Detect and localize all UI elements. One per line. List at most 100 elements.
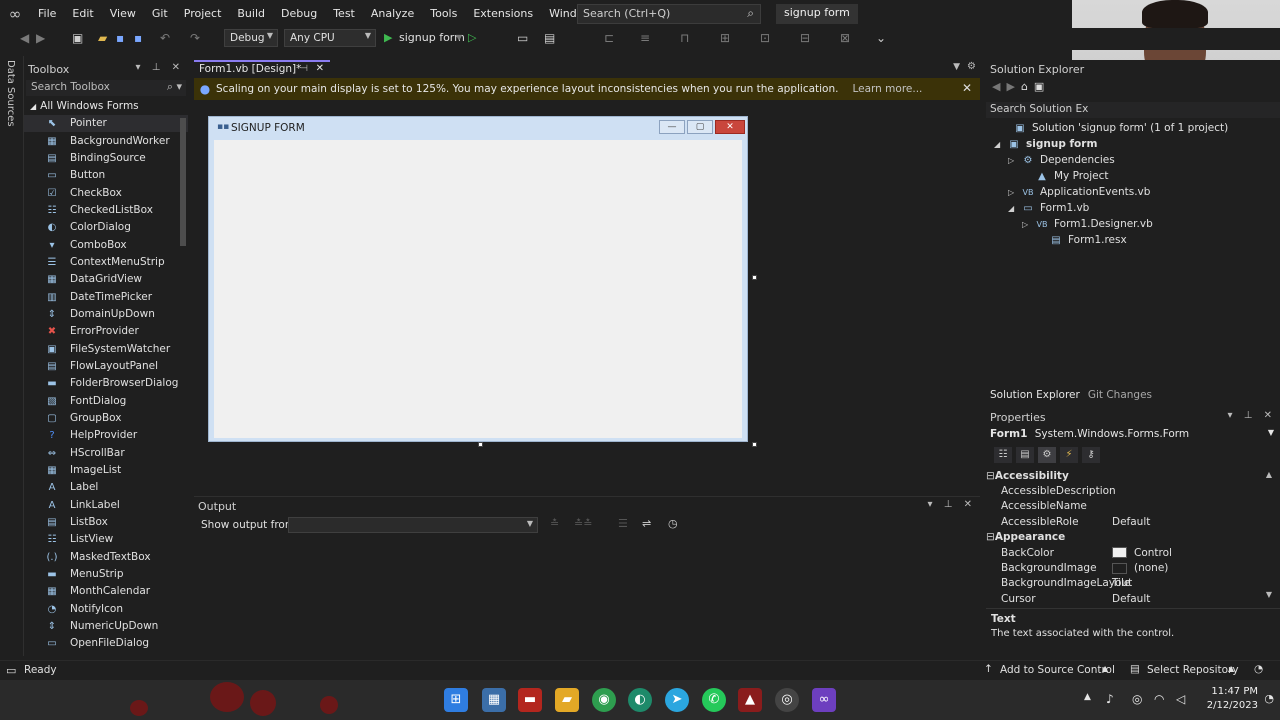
close-icon[interactable]: ✕ xyxy=(962,81,972,95)
solution-tree-item[interactable]: ▷ VB ApplicationEvents.vb xyxy=(1008,184,1150,200)
start-dropdown-icon[interactable]: ▼ xyxy=(456,33,462,42)
tab-solution-explorer[interactable]: Solution Explorer xyxy=(986,389,1084,401)
whatsapp-icon[interactable]: ✆ xyxy=(702,688,726,712)
scroll-down-icon[interactable]: ▼ xyxy=(1266,590,1272,599)
menu-view[interactable]: View xyxy=(102,0,144,28)
panel-controls[interactable]: ▾ ⊥ ✕ xyxy=(1228,410,1276,421)
search-input[interactable]: Search (Ctrl+Q) ⌕ xyxy=(577,4,761,24)
collapse-icon[interactable]: ⊟ xyxy=(986,470,995,482)
property-row[interactable]: AccessibleRole Default xyxy=(986,514,1262,529)
toolbox-item[interactable]: ⬉ Pointer xyxy=(24,115,188,133)
solution-tree-item[interactable]: ▷ ⚙ Dependencies xyxy=(1008,152,1115,168)
panel-controls[interactable]: ▾ ⊥ ✕ xyxy=(928,499,976,510)
output-source-dropdown[interactable]: ▼ xyxy=(288,517,538,533)
toolbox-item[interactable]: ▤ ListBox xyxy=(24,514,188,531)
start-icon[interactable]: ▶ xyxy=(384,31,392,44)
tab-form1-design[interactable]: Form1.vb [Design]* ⊣ ✕ xyxy=(194,60,330,78)
forward-icon[interactable]: ▶ xyxy=(36,31,45,45)
toolbox-item[interactable]: ▤ BindingSource xyxy=(24,150,188,167)
property-row[interactable]: BackgroundImageLayout Tile xyxy=(986,576,1262,591)
menu-test[interactable]: Test xyxy=(325,0,363,28)
task-app-icon[interactable]: ▲ xyxy=(738,688,762,712)
toolbox-item[interactable]: ▤ FlowLayoutPanel xyxy=(24,358,188,375)
redo-icon[interactable]: ↷ xyxy=(190,31,200,45)
goto-next-icon[interactable]: ≛≛ xyxy=(574,517,592,530)
expander-icon[interactable]: ▷ xyxy=(1022,220,1034,229)
task-app-icon[interactable]: ▬ xyxy=(518,688,542,712)
tab-list-dropdown-icon[interactable]: ▼ xyxy=(953,62,960,72)
align-centers-icon[interactable]: ≡ xyxy=(640,31,650,45)
volume-icon[interactable]: ◁ xyxy=(1176,692,1185,706)
configuration-dropdown[interactable]: Debug ▼ xyxy=(224,29,278,47)
toolbox-item[interactable]: A LinkLabel xyxy=(24,497,188,514)
solution-tree-item[interactable]: ◢ ▣ signup form xyxy=(994,136,1097,152)
solution-tree-item[interactable]: ▤ Form1.resx xyxy=(1036,232,1126,248)
toolbox-item[interactable]: ? HelpProvider xyxy=(24,427,188,444)
toolbox-item[interactable]: ▦ BackgroundWorker xyxy=(24,132,188,149)
size-to-grid-icon[interactable]: ⊡ xyxy=(760,31,770,45)
expander-icon[interactable]: ◢ xyxy=(1008,204,1020,213)
expander-icon[interactable]: ▷ xyxy=(1008,156,1020,165)
toolbox-item[interactable]: A Label xyxy=(24,479,188,496)
chrome-icon[interactable]: ◉ xyxy=(592,688,616,712)
properties-icon[interactable]: ⚙ xyxy=(1038,447,1056,463)
property-row[interactable]: AccessibleDescription xyxy=(986,483,1262,498)
toolbox-item[interactable]: ▾ ComboBox xyxy=(24,236,188,253)
categorized-icon[interactable]: ☷ xyxy=(994,447,1012,463)
property-row[interactable]: BackColor Control xyxy=(986,545,1262,560)
toolbox-item[interactable]: ☷ ListView xyxy=(24,531,188,548)
open-file-icon[interactable]: ▭ xyxy=(517,31,528,45)
scroll-up-icon[interactable]: ▲ xyxy=(1266,470,1272,479)
toolbox-item[interactable]: ▦ MonthCalendar xyxy=(24,583,188,600)
toolbox-group-all-windows-forms[interactable]: ◢ All Windows Forms xyxy=(24,98,188,115)
make-same-size-icon[interactable]: ⊞ xyxy=(720,31,730,45)
toolbox-item[interactable]: ▣ FileSystemWatcher xyxy=(24,340,188,357)
toolbox-item[interactable]: ⇕ DomainUpDown xyxy=(24,306,188,323)
toolbox-item[interactable]: ☷ CheckedListBox xyxy=(24,202,188,219)
data-sources-tab[interactable]: Data Sources xyxy=(0,56,24,656)
switch-views-icon[interactable]: ▣ xyxy=(1034,80,1050,93)
form1-window[interactable]: ▪▪ SIGNUP FORM — ▢ ✕ xyxy=(208,116,748,442)
properties-object-selector[interactable]: Form1 System.Windows.Forms.Form ▼ xyxy=(986,428,1280,444)
recording-app-icon[interactable]: ◎ xyxy=(775,688,799,712)
tray-overflow-icon[interactable]: ▲ xyxy=(1084,692,1091,702)
toolbox-search-input[interactable]: Search Toolbox ⌕ ▾ xyxy=(26,80,186,96)
close-icon[interactable]: ✕ xyxy=(316,63,324,74)
menu-build[interactable]: Build xyxy=(229,0,273,28)
toolbox-item[interactable]: ▢ GroupBox xyxy=(24,410,188,427)
toolbar-overflow-icon[interactable]: ⌄ xyxy=(876,31,886,45)
menu-extensions[interactable]: Extensions xyxy=(465,0,541,28)
new-item-icon[interactable]: ▣ xyxy=(72,31,83,45)
close-icon[interactable]: ✕ xyxy=(715,120,745,134)
pin-icon[interactable]: ⊣ xyxy=(300,64,308,74)
platform-dropdown[interactable]: Any CPU ▼ xyxy=(284,29,376,47)
tab-git-changes[interactable]: Git Changes xyxy=(1084,389,1156,401)
toolbox-item[interactable]: ☰ ContextMenuStrip xyxy=(24,254,188,271)
select-repository-button[interactable]: Select Repository xyxy=(1147,664,1239,676)
spacing-icon[interactable]: ⊟ xyxy=(800,31,810,45)
notification-center-icon[interactable]: ◔ xyxy=(1264,692,1274,705)
toolbox-item[interactable]: ☑ CheckBox xyxy=(24,184,188,201)
menu-git[interactable]: Git xyxy=(144,0,176,28)
edge-icon[interactable]: ◐ xyxy=(628,688,652,712)
menu-debug[interactable]: Debug xyxy=(273,0,325,28)
toggle-word-wrap-icon[interactable]: ⇌ xyxy=(642,517,651,530)
toolbox-item[interactable]: ◔ NotifyIcon xyxy=(24,601,188,618)
clear-all-icon[interactable]: ☰ xyxy=(618,517,628,530)
task-app-icon[interactable]: ▦ xyxy=(482,688,506,712)
toolbox-item[interactable]: ▧ FontDialog xyxy=(24,393,188,410)
back-icon[interactable]: ◀ xyxy=(992,80,1006,93)
solution-name-badge[interactable]: signup form xyxy=(776,4,858,24)
toolbox-scrollbar[interactable] xyxy=(180,118,186,246)
minimize-icon[interactable]: — xyxy=(659,120,685,134)
layout-icon[interactable]: ▤ xyxy=(544,31,555,45)
toolbox-item[interactable]: (.) MaskedTextBox xyxy=(24,549,188,566)
toolbox-item[interactable]: ▥ DateTimePicker xyxy=(24,288,188,305)
resize-handle-corner[interactable] xyxy=(752,442,757,447)
expander-icon[interactable]: ◢ xyxy=(994,140,1006,149)
resize-handle-right[interactable] xyxy=(752,275,757,280)
menu-tools[interactable]: Tools xyxy=(422,0,465,28)
toolbox-item[interactable]: ▭ OpenFileDialog xyxy=(24,635,188,652)
align-lefts-icon[interactable]: ⊏ xyxy=(604,31,614,45)
solution-tree-item[interactable]: ▷ VB Form1.Designer.vb xyxy=(1022,216,1153,232)
